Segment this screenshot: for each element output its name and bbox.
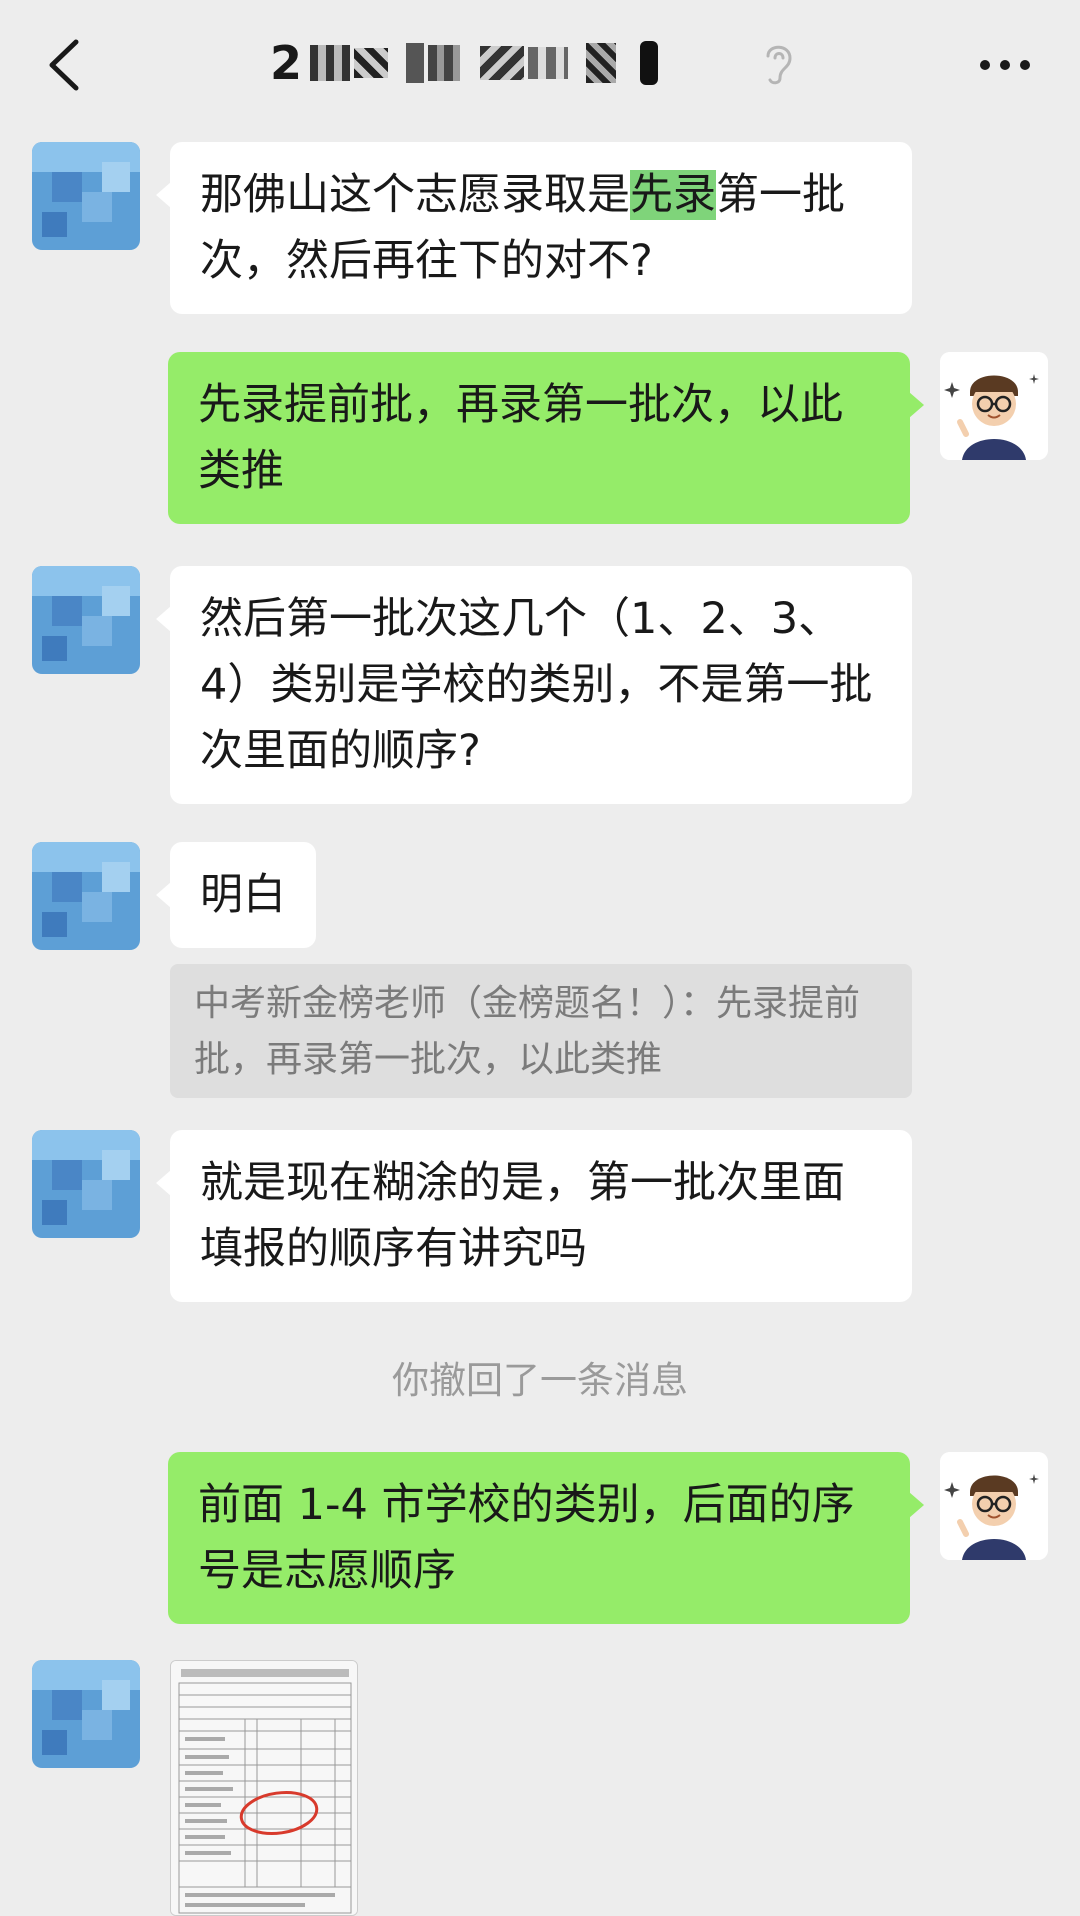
message-text: 就是现在糊涂的是，第一批次里面填报的顺序有讲究吗 bbox=[200, 1158, 845, 1274]
message-bubble[interactable]: 然后第一批次这几个（1、2、3、4）类别是学校的类别，不是第一批次里面的顺序? bbox=[156, 566, 912, 804]
chat-title-text: 2 bbox=[270, 36, 303, 90]
contact-avatar[interactable] bbox=[32, 1130, 140, 1238]
message-bubble[interactable]: 明白 bbox=[156, 842, 316, 948]
message-text: 明白 bbox=[200, 870, 286, 920]
message-text: 那佛山这个志愿录取是 bbox=[200, 170, 630, 220]
form-image-thumbnail bbox=[171, 1661, 357, 1915]
more-dots-icon bbox=[980, 60, 1030, 70]
recall-notice: 你撤回了一条消息 bbox=[392, 1359, 688, 1402]
self-avatar[interactable] bbox=[940, 352, 1048, 460]
message-bubble[interactable]: 就是现在糊涂的是，第一批次里面填报的顺序有讲究吗 bbox=[156, 1130, 912, 1302]
highlighted-text: 先录 bbox=[630, 170, 716, 220]
quote-text: 中考新金榜老师（金榜题名！）：先录提前批，再录第一批次，以此类推 bbox=[194, 983, 861, 1080]
contact-avatar[interactable] bbox=[32, 142, 140, 250]
ear-icon bbox=[760, 38, 796, 88]
contact-avatar[interactable] bbox=[32, 1660, 140, 1768]
blurred-title-mosaic bbox=[310, 41, 659, 85]
more-options-button[interactable] bbox=[975, 45, 1035, 85]
message-text: 先录提前批，再录第一批次，以此类推 bbox=[198, 380, 843, 496]
message-text: 然后第一批次这几个（1、2、3、4）类别是学校的类别，不是第一批次里面的顺序? bbox=[200, 594, 873, 776]
quoted-reply[interactable]: 中考新金榜老师（金榜题名！）：先录提前批，再录第一批次，以此类推 bbox=[170, 964, 912, 1098]
message-bubble[interactable]: 那佛山这个志愿录取是先录第一批次，然后再往下的对不? bbox=[156, 142, 912, 314]
contact-avatar[interactable] bbox=[32, 842, 140, 950]
contact-avatar[interactable] bbox=[32, 566, 140, 674]
message-bubble[interactable]: 先录提前批，再录第一批次，以此类推 bbox=[168, 352, 924, 524]
chevron-left-icon bbox=[49, 39, 79, 91]
chat-title: 2 bbox=[270, 28, 830, 98]
image-message[interactable] bbox=[170, 1660, 358, 1916]
chat-header: 2 bbox=[0, 0, 1080, 130]
self-avatar[interactable] bbox=[940, 1452, 1048, 1560]
back-button[interactable] bbox=[38, 30, 98, 100]
message-bubble[interactable]: 前面 1-4 市学校的类别，后面的序号是志愿顺序 bbox=[168, 1452, 924, 1624]
message-text: 前面 1-4 市学校的类别，后面的序号是志愿顺序 bbox=[198, 1480, 855, 1596]
